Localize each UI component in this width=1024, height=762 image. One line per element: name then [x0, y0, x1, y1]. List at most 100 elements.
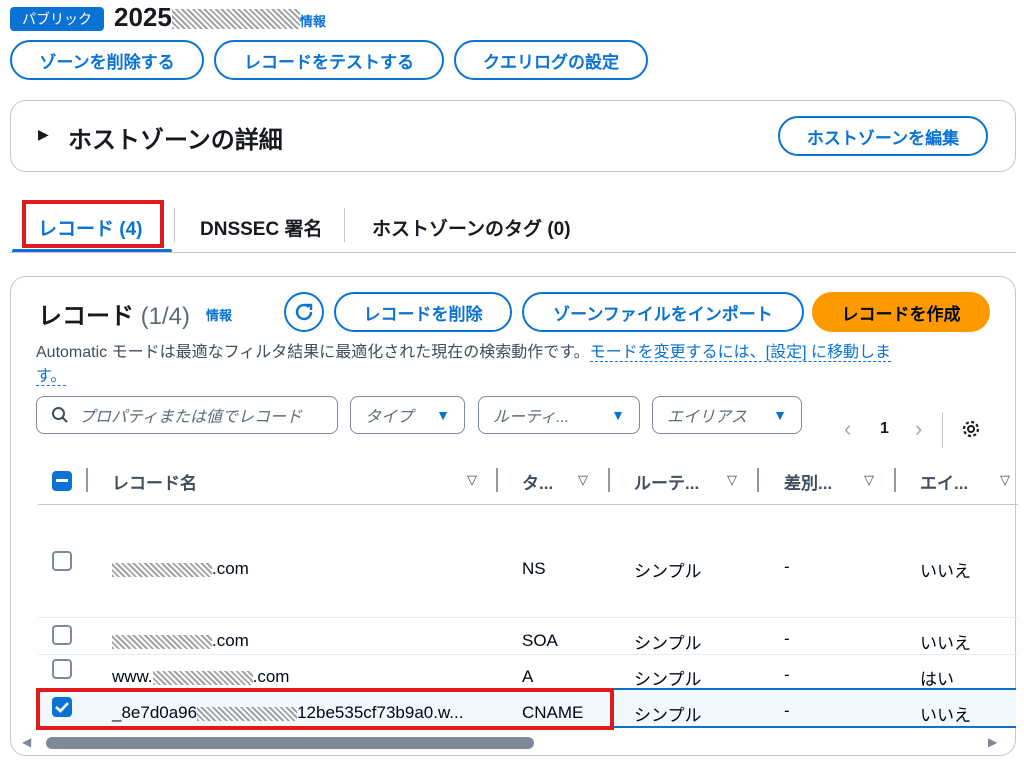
indeterminate-icon — [56, 479, 68, 482]
record-name-prefix: www. — [112, 667, 153, 686]
scroll-right-icon[interactable]: ▶ — [988, 735, 997, 749]
records-title: レコード (1/4) — [38, 296, 190, 331]
column-divider — [496, 468, 498, 492]
column-header-record-name[interactable]: レコード名 — [112, 469, 197, 494]
alias: いいえ — [920, 634, 971, 653]
zone-title-text: 2025 — [114, 2, 172, 32]
record-name[interactable]: .com — [112, 559, 249, 579]
row-checkbox[interactable] — [52, 551, 72, 571]
row-checkbox[interactable] — [52, 659, 72, 679]
routing-filter-label: ルーティ... — [493, 409, 570, 426]
column-divider — [608, 468, 610, 492]
redacted-zone-name — [171, 9, 300, 30]
records-count: (1/4) — [140, 303, 191, 330]
alias: いいえ — [920, 562, 971, 581]
column-header-differentiator[interactable]: 差別... — [784, 469, 832, 494]
redacted-domain — [112, 634, 212, 649]
page-number[interactable]: 1 — [880, 420, 889, 438]
query-log-button[interactable]: クエリログの設定 — [454, 40, 648, 80]
create-record-button[interactable]: レコードを作成 — [812, 292, 990, 332]
type-filter-select[interactable]: タイプ ▼ — [350, 396, 465, 434]
alias-filter-select[interactable]: エイリアス ▼ — [652, 396, 802, 434]
change-mode-link-end[interactable]: す。 — [36, 368, 67, 386]
tab-tags[interactable]: ホストゾーンのタグ (0) — [372, 214, 571, 241]
redacted-domain — [112, 562, 212, 577]
record-type: A — [522, 667, 534, 686]
delete-zone-button[interactable]: ゾーンを削除する — [10, 40, 204, 80]
refresh-button[interactable] — [284, 292, 324, 332]
sort-icon[interactable]: ▽ — [864, 472, 874, 488]
caret-down-icon: ▼ — [436, 407, 450, 423]
highlight-records-tab — [22, 200, 164, 248]
edit-hosted-zone-button[interactable]: ホストゾーンを編集 — [778, 116, 988, 156]
record-type: SOA — [522, 631, 558, 650]
alias-filter-label: エイリアス — [667, 409, 748, 426]
gear-icon[interactable] — [960, 418, 982, 440]
header-separator — [38, 504, 1018, 505]
alias: はい — [920, 670, 954, 689]
tab-divider — [344, 208, 345, 242]
description-text: Automatic モードは最適なフィルタ結果に最適化された現在の検索動作です。 — [36, 344, 590, 361]
column-divider — [757, 468, 759, 492]
record-name[interactable]: www. .com — [112, 667, 289, 687]
import-zone-file-button[interactable]: ゾーンファイルをインポート — [522, 292, 804, 332]
column-header-alias[interactable]: エイ... — [920, 469, 968, 494]
differentiator: - — [784, 701, 790, 720]
search-mode-description: Automatic モードは最適なフィルタ結果に最適化された現在の検索動作です。… — [36, 341, 986, 389]
row-separator — [38, 654, 1018, 655]
redacted-domain — [152, 670, 253, 685]
record-type: NS — [522, 559, 546, 578]
differentiator: - — [784, 665, 790, 684]
tab-divider — [174, 208, 175, 242]
tab-dnssec[interactable]: DNSSEC 署名 — [200, 214, 322, 241]
change-mode-link[interactable]: モードを変更するには、[設定] に移動しま — [589, 344, 892, 362]
search-icon — [52, 407, 68, 423]
scroll-left-icon[interactable]: ◀ — [22, 735, 31, 749]
horizontal-scrollbar-track[interactable] — [40, 737, 986, 749]
column-divider — [894, 468, 896, 492]
record-name-suffix: .com — [212, 631, 249, 650]
sort-icon[interactable]: ▽ — [727, 472, 737, 488]
sort-icon[interactable]: ▽ — [467, 472, 477, 488]
horizontal-scrollbar-thumb[interactable] — [46, 737, 534, 749]
sort-icon[interactable]: ▽ — [1000, 472, 1010, 488]
caret-down-icon: ▼ — [773, 407, 787, 423]
zone-title: 2025 情報 — [114, 2, 326, 33]
public-badge: パブリック — [10, 7, 104, 31]
type-filter-label: タイプ — [365, 409, 414, 426]
record-name[interactable]: .com — [112, 631, 249, 651]
tabs-bottom-border — [10, 252, 1016, 253]
details-title: ホストゾーンの詳細 — [68, 127, 283, 154]
highlight-cname-row — [36, 688, 614, 730]
prev-page-icon[interactable]: ‹ — [844, 416, 851, 442]
select-all-checkbox[interactable] — [52, 471, 72, 491]
delete-record-button[interactable]: レコードを削除 — [334, 292, 512, 332]
column-header-routing[interactable]: ルーテ... — [634, 469, 699, 494]
row-checkbox[interactable] — [52, 625, 72, 645]
caret-down-icon: ▼ — [611, 407, 625, 423]
differentiator: - — [784, 557, 790, 576]
search-input[interactable]: プロパティまたは値でレコード — [36, 396, 338, 434]
routing-filter-select[interactable]: ルーティ... ▼ — [478, 396, 640, 434]
info-link[interactable]: 情報 — [300, 14, 326, 29]
test-record-button[interactable]: レコードをテストする — [214, 40, 444, 80]
routing-policy: シンプル — [634, 706, 702, 725]
record-name-suffix: .com — [212, 559, 249, 578]
records-title-text: レコード — [38, 303, 134, 330]
alias: いいえ — [920, 706, 971, 725]
refresh-icon — [295, 303, 313, 321]
pagination-divider — [942, 412, 943, 448]
next-page-icon[interactable]: › — [915, 416, 922, 442]
sort-icon[interactable]: ▽ — [578, 472, 588, 488]
expand-caret-icon[interactable]: ▶ — [38, 126, 49, 143]
search-placeholder: プロパティまたは値でレコード — [79, 409, 303, 426]
column-header-type[interactable]: タ... — [522, 469, 553, 494]
routing-policy: シンプル — [634, 562, 702, 581]
routing-policy: シンプル — [634, 670, 702, 689]
column-divider — [86, 468, 88, 492]
records-info-link[interactable]: 情報 — [206, 305, 232, 324]
routing-policy: シンプル — [634, 634, 702, 653]
record-name-suffix: .com — [252, 667, 290, 686]
row-separator — [38, 617, 1018, 618]
differentiator: - — [784, 629, 790, 648]
